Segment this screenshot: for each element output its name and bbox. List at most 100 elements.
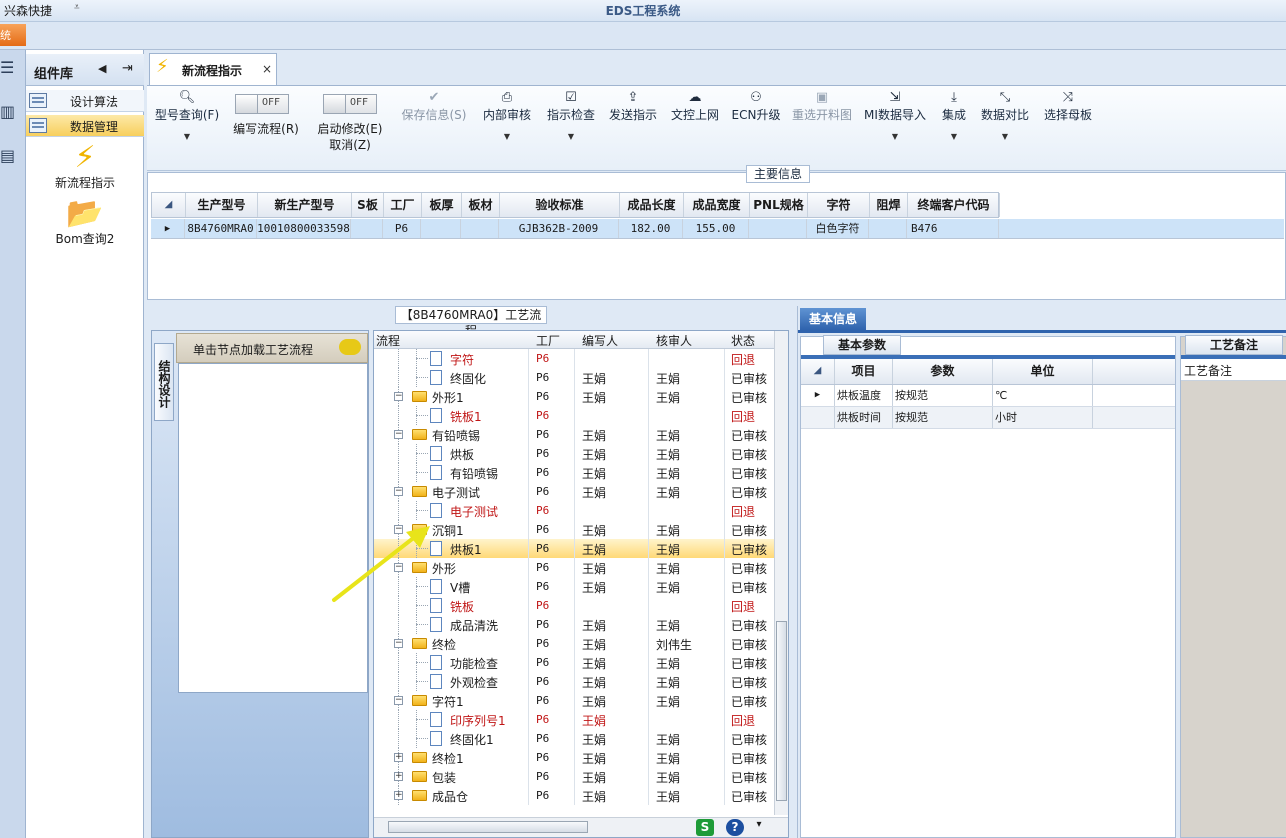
chevron-down-icon[interactable]: ▼ — [937, 132, 971, 141]
tree-row[interactable]: 印序列号1 P6 王娟 回退 — [374, 710, 774, 729]
tree-row[interactable]: − 终检 P6 王娟 刘伟生 已审核 — [374, 634, 774, 653]
col-header[interactable]: 生产型号 — [186, 193, 258, 217]
tab-basic-info[interactable]: 基本信息 — [800, 308, 866, 330]
tree-row[interactable]: 有铅喷锡 P6 王娟 王娟 已审核 — [374, 463, 774, 482]
write-flow-toggle[interactable]: OFF — [235, 94, 289, 114]
collapse-icon[interactable]: − — [394, 392, 403, 401]
tree-row[interactable]: + 包装 P6 王娟 王娟 已审核 — [374, 767, 774, 786]
col-header[interactable]: S板 — [352, 193, 384, 217]
tree-row[interactable]: + 成品仓 P6 王娟 王娟 已审核 — [374, 786, 774, 805]
col-header[interactable]: 阻焊 — [870, 193, 908, 217]
tree-row[interactable]: 烘板 P6 王娟 王娟 已审核 — [374, 444, 774, 463]
horizontal-scroll-thumb[interactable] — [388, 821, 588, 833]
open-folder-icon: 📂 — [66, 196, 104, 231]
chevron-down-icon[interactable]: ▼ — [863, 132, 927, 141]
upload-doc-button[interactable]: ☁ 文控上网 — [669, 90, 721, 122]
chevron-down-icon[interactable]: ▾ — [752, 819, 766, 836]
chevron-down-icon[interactable]: ▼ — [977, 132, 1033, 141]
internal-review-button[interactable]: ⎙ 内部审核 ▼ — [481, 90, 533, 141]
col-header[interactable]: 成品宽度 — [684, 193, 750, 217]
col-header[interactable]: 新生产型号 — [258, 193, 352, 217]
tree-row[interactable]: − 电子测试 P6 王娟 王娟 已审核 — [374, 482, 774, 501]
col-header[interactable]: 板材 — [462, 193, 500, 217]
collapse-icon[interactable]: − — [394, 487, 403, 496]
col-header[interactable]: 工厂 — [536, 332, 560, 349]
chevron-down-icon[interactable]: ▼ — [481, 132, 533, 141]
tree-row[interactable]: 终固化1 P6 王娟 王娟 已审核 — [374, 729, 774, 748]
tile-bom-query[interactable]: 📂 Bom查询2 — [26, 198, 144, 247]
tile-new-process-instruction[interactable]: ⚡ 新流程指示 — [26, 142, 144, 191]
reselect-material-button[interactable]: ▣ 重选开料图 — [789, 90, 855, 122]
help-icon[interactable]: ? — [726, 819, 744, 836]
structure-design-tab[interactable]: 结构设计 — [154, 343, 174, 421]
select-master-button[interactable]: ⤨ 选择母板 — [1041, 90, 1095, 122]
tab-basic-params[interactable]: 基本参数 — [823, 335, 901, 355]
tree-vertical-scrollbar[interactable] — [774, 331, 788, 815]
tree-row[interactable]: + 终检1 P6 王娟 王娟 已审核 — [374, 748, 774, 767]
form-icon[interactable]: ▤ — [0, 146, 26, 176]
comp-item-design-algorithm[interactable]: 设计算法 — [26, 90, 144, 112]
send-instruction-button[interactable]: ⇪ 发送指示 — [607, 90, 659, 122]
col-header[interactable]: 终端客户代码 — [908, 193, 1000, 217]
table-row[interactable]: ▶ 8B4760MRA0 10010800033598 P6 GJB362B-2… — [151, 219, 1284, 239]
model-query-button[interactable]: 🔍︎ 型号查询(F) ▼ — [153, 90, 221, 141]
tree-row[interactable]: 成品清洗 P6 王娟 王娟 已审核 — [374, 615, 774, 634]
writer-cell: 王娟 — [582, 676, 607, 690]
table-row[interactable]: ▶ 烘板温度 按规范 ℃ — [801, 385, 1175, 407]
col-header[interactable]: 字符 — [808, 193, 870, 217]
comp-item-data-management[interactable]: 数据管理 — [26, 115, 144, 137]
collapse-icon[interactable]: − — [394, 696, 403, 705]
chevron-down-icon[interactable]: ▼ — [153, 132, 221, 141]
col-header[interactable]: 状态 — [731, 332, 755, 349]
col-header[interactable]: 核审人 — [656, 332, 692, 349]
col-header[interactable]: 项目 — [835, 359, 893, 384]
tree-row[interactable]: 字符 P6 回退 — [374, 349, 774, 368]
chevron-down-icon[interactable]: ▼ — [545, 132, 597, 141]
col-header[interactable]: 验收标准 — [500, 193, 620, 217]
col-header[interactable]: 编写人 — [582, 332, 618, 349]
tree-row[interactable]: 功能检查 P6 王娟 王娟 已审核 — [374, 653, 774, 672]
tree-row[interactable]: 外观检查 P6 王娟 王娟 已审核 — [374, 672, 774, 691]
close-icon[interactable]: × — [262, 62, 272, 76]
writer-cell: 王娟 — [582, 790, 607, 804]
data-compare-button[interactable]: ⤡ 数据对比 ▼ — [977, 90, 1033, 141]
tree-row[interactable]: 终固化 P6 王娟 王娟 已审核 — [374, 368, 774, 387]
tree-row[interactable]: − 字符1 P6 王娟 王娟 已审核 — [374, 691, 774, 710]
col-header[interactable]: 成品长度 — [620, 193, 684, 217]
s-button[interactable]: S — [696, 819, 714, 836]
dock-exit-icon[interactable]: ⇥ — [122, 61, 133, 76]
collapse-left-icon[interactable]: ◀ — [98, 62, 106, 75]
document-tab[interactable]: ⚡ 新流程指示 × — [149, 53, 277, 85]
collapse-icon[interactable]: − — [394, 639, 403, 648]
col-header[interactable]: PNL规格 — [750, 193, 808, 217]
tree-row[interactable]: − 外形1 P6 王娟 王娟 已审核 — [374, 387, 774, 406]
building-icon[interactable]: ▥ — [0, 102, 26, 132]
menu-icon[interactable]: ☰ — [0, 58, 26, 88]
system-tab[interactable]: 统 — [0, 24, 26, 46]
tab-process-remarks[interactable]: 工艺备注 — [1185, 335, 1283, 355]
integrate-button[interactable]: ⤓ 集成 ▼ — [937, 90, 971, 141]
tree-row[interactable]: − 有铅喷锡 P6 王娟 王娟 已审核 — [374, 425, 774, 444]
cell-factory: P6 — [383, 219, 421, 238]
tree-row[interactable]: 铣板1 P6 回退 — [374, 406, 774, 425]
start-modify-toggle[interactable]: OFF — [323, 94, 377, 114]
col-header[interactable]: 单位 — [993, 359, 1093, 384]
tree-row[interactable]: 电子测试 P6 回退 — [374, 501, 774, 520]
col-header[interactable]: 工厂 — [384, 193, 422, 217]
save-info-button[interactable]: ✔ 保存信息(S) — [399, 90, 469, 122]
col-header[interactable]: 板厚 — [422, 193, 462, 217]
table-row[interactable]: 烘板时间 按规范 小时 — [801, 407, 1175, 429]
ecn-upgrade-button[interactable]: ⚇ ECN升级 — [731, 90, 781, 122]
col-header[interactable]: 流程 — [376, 332, 400, 349]
flow-name: 铣板 — [450, 600, 475, 614]
folder-icon — [412, 429, 427, 440]
instruction-check-button[interactable]: ☑ 指示检查 ▼ — [545, 90, 597, 141]
expand-icon[interactable]: + — [394, 753, 403, 762]
expand-icon[interactable]: + — [394, 791, 403, 800]
collapse-icon[interactable]: − — [394, 430, 403, 439]
scroll-thumb[interactable] — [776, 621, 787, 801]
flow-name: 成品清洗 — [450, 619, 499, 633]
col-header[interactable]: 参数 — [893, 359, 993, 384]
expand-icon[interactable]: + — [394, 772, 403, 781]
mi-import-button[interactable]: ⇲ MI数据导入 ▼ — [863, 90, 927, 141]
